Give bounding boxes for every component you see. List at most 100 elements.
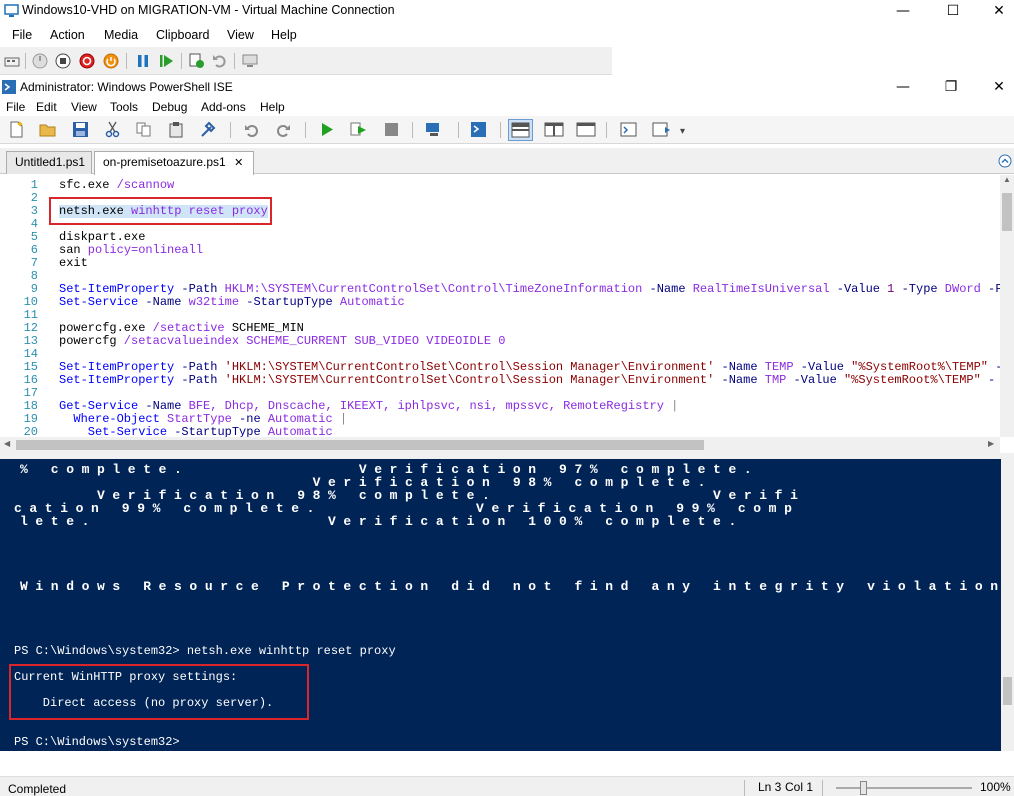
console-prompt-line: PS C:\Windows\system32>: [14, 735, 180, 749]
collapse-script-pane-icon[interactable]: [998, 154, 1012, 168]
ise-menu-tools[interactable]: Tools: [110, 100, 138, 114]
open-folder-icon[interactable]: [39, 121, 56, 138]
ise-menu-addons[interactable]: Add-ons: [201, 100, 246, 114]
vm-menu-media[interactable]: Media: [104, 28, 138, 42]
start-powershell-icon[interactable]: [470, 121, 487, 138]
code-token: -: [980, 373, 996, 387]
stop-icon[interactable]: [383, 121, 400, 138]
status-bar: Completed Ln 3 Col 1 100%: [0, 776, 1014, 796]
vm-menu-file[interactable]: File: [12, 28, 32, 42]
code-token: /scannow: [109, 178, 175, 192]
clear-console-icon[interactable]: [199, 121, 216, 138]
ise-menu-bar: File Edit View Tools Debug Add-ons Help: [0, 98, 1014, 116]
console-output-line: lete. Verification 100% complete.: [20, 514, 744, 529]
vm-connection-icon: [4, 4, 19, 17]
ise-close-button[interactable]: ✕: [976, 76, 1014, 98]
code-token: Automatic: [260, 412, 333, 426]
ise-menu-edit[interactable]: Edit: [36, 100, 57, 114]
ise-toolbar: ▾: [0, 116, 1014, 144]
close-tab-icon[interactable]: ✕: [234, 156, 243, 169]
script-tab-strip: Untitled1.ps1 on-premisetoazure.ps1 ✕: [0, 148, 1014, 175]
script-editor[interactable]: 1 2 3 4 5 6 7 8 9 10 11 12 13 14 15 16 1…: [0, 175, 1000, 437]
tab-on-premisetoazure[interactable]: on-premisetoazure.ps1 ✕: [94, 151, 254, 175]
code-token: 'HKLM:\SYSTEM\CurrentControlSet\Control\…: [217, 360, 715, 374]
remote-powershell-icon[interactable]: [425, 121, 442, 138]
code-line: Set-Service -Name w32time -StartupType A…: [59, 296, 405, 309]
ise-menu-debug[interactable]: Debug: [152, 100, 187, 114]
code-token: -Value: [786, 373, 837, 387]
save-icon[interactable]: [72, 121, 89, 138]
code-token: powercfg: [59, 334, 117, 348]
code-token: DWord: [937, 282, 981, 296]
run-selection-icon[interactable]: [350, 121, 367, 138]
checkpoint-icon[interactable]: [188, 52, 206, 70]
show-command-window-icon[interactable]: [620, 121, 637, 138]
paste-icon[interactable]: [168, 121, 185, 138]
scrollbar-thumb[interactable]: [16, 440, 704, 450]
editor-vertical-scrollbar[interactable]: ▲: [1000, 175, 1014, 437]
ise-restore-button[interactable]: ❐: [928, 76, 974, 98]
code-token: -Path: [174, 282, 218, 296]
shut-down-icon[interactable]: [78, 52, 96, 70]
vm-menu-view[interactable]: View: [227, 28, 254, 42]
vm-menu-action[interactable]: Action: [50, 28, 85, 42]
vm-menu-help[interactable]: Help: [271, 28, 297, 42]
tab-label: Untitled1.ps1: [15, 155, 86, 169]
zoom-slider[interactable]: [836, 787, 972, 789]
code-token: -Name: [714, 360, 758, 374]
toolbar-separator: [500, 122, 501, 138]
vm-minimize-button[interactable]: —: [880, 0, 926, 22]
turn-off-icon[interactable]: [54, 52, 72, 70]
ise-menu-help[interactable]: Help: [260, 100, 285, 114]
console-pane[interactable]: % complete. Verification 97% complete. V…: [0, 459, 1001, 751]
scroll-left-icon[interactable]: ◀: [4, 439, 10, 448]
show-script-maximized-icon[interactable]: [576, 121, 596, 138]
zoom-slider-thumb[interactable]: [860, 781, 867, 795]
save-state-icon[interactable]: [102, 52, 120, 70]
new-file-icon[interactable]: [8, 121, 25, 138]
ctrl-alt-del-icon[interactable]: [3, 52, 21, 70]
code-token: |: [332, 412, 348, 426]
scroll-right-icon[interactable]: ▶: [988, 439, 994, 448]
ise-window-title: Administrator: Windows PowerShell ISE: [20, 80, 233, 94]
enhanced-session-icon[interactable]: [241, 52, 259, 70]
show-script-right-icon[interactable]: [544, 121, 564, 138]
code-token: "%SystemRoot%\TEMP": [836, 373, 981, 387]
redo-icon[interactable]: [275, 121, 292, 138]
ise-menu-view[interactable]: View: [71, 100, 97, 114]
scrollbar-thumb[interactable]: [1003, 677, 1012, 705]
toolbar-separator: [606, 122, 607, 138]
console-vertical-scrollbar[interactable]: [1001, 459, 1014, 751]
code-token: 1: [879, 282, 895, 296]
revert-icon[interactable]: [211, 52, 229, 70]
cut-icon[interactable]: [104, 121, 121, 138]
scrollbar-thumb[interactable]: [1002, 193, 1012, 231]
layout-top-button[interactable]: [508, 119, 533, 141]
run-script-icon[interactable]: [318, 121, 335, 138]
start-icon[interactable]: [31, 52, 49, 70]
vm-menu-clipboard[interactable]: Clipboard: [156, 28, 210, 42]
vm-close-button[interactable]: ✕: [976, 0, 1014, 22]
undo-icon[interactable]: [243, 121, 260, 138]
toolbar-separator: [181, 53, 182, 69]
code-token: -Path: [174, 373, 218, 387]
ise-menu-file[interactable]: File: [6, 100, 25, 114]
show-script-top-icon: [511, 122, 530, 138]
toolbar-separator: [25, 53, 26, 69]
toolbar-overflow-icon[interactable]: ▾: [680, 126, 685, 137]
toolbar-separator: [230, 122, 231, 138]
pause-icon[interactable]: [134, 52, 152, 70]
code-token: HKLM:\SYSTEM\CurrentControlSet\Control\T…: [217, 282, 643, 296]
ise-minimize-button[interactable]: —: [880, 76, 926, 98]
copy-icon[interactable]: [135, 121, 152, 138]
line-indicator: Ln 3: [758, 780, 782, 794]
editor-horizontal-scrollbar[interactable]: ◀ ▶: [0, 437, 1000, 453]
code-token: Set-ItemProperty: [59, 360, 175, 374]
show-command-addon-icon[interactable]: [652, 121, 672, 138]
tab-untitled1[interactable]: Untitled1.ps1: [6, 151, 92, 174]
reset-icon[interactable]: [157, 52, 175, 70]
vm-maximize-button[interactable]: ☐: [930, 0, 976, 22]
code-token: "%SystemRoot%\TEMP": [843, 360, 989, 374]
scroll-up-icon[interactable]: ▲: [1003, 175, 1011, 184]
line-number: 20: [23, 425, 38, 438]
